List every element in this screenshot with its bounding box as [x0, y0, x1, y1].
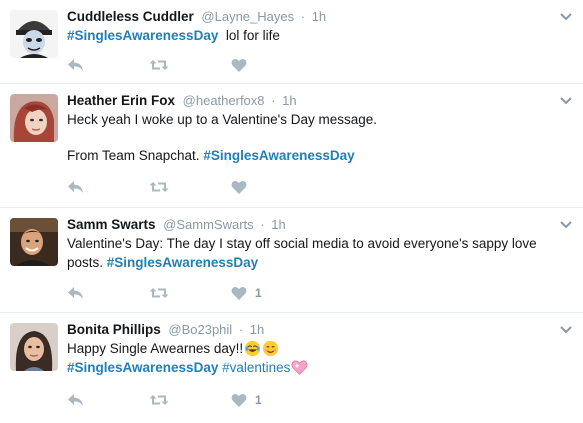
- chevron-down-icon[interactable]: [559, 12, 573, 22]
- smiling-face-emoji-icon: [262, 340, 279, 357]
- like-button[interactable]: 1: [231, 390, 262, 410]
- hashtag-link[interactable]: #SinglesAwarenessDay: [67, 360, 218, 375]
- avatar[interactable]: [10, 218, 58, 266]
- tweet[interactable]: Samm Swarts @SammSwarts · 1h Valentine's…: [0, 208, 583, 313]
- reply-button[interactable]: [67, 177, 85, 197]
- tweet-content: Cuddleless Cuddler @Layne_Hayes · 1h #Si…: [67, 8, 553, 46]
- tweet-text-run: lol for life: [218, 28, 280, 43]
- username[interactable]: @Bo23phil: [168, 322, 232, 337]
- retweet-button[interactable]: [149, 390, 169, 410]
- like-icon: [231, 393, 247, 407]
- separator-dot: ·: [260, 217, 265, 232]
- fullname[interactable]: Samm Swarts: [67, 217, 156, 232]
- timestamp[interactable]: 1h: [312, 9, 326, 24]
- username[interactable]: @Layne_Hayes: [201, 9, 294, 24]
- fullname[interactable]: Bonita Phillips: [67, 322, 161, 337]
- tweet[interactable]: Cuddleless Cuddler @Layne_Hayes · 1h #Si…: [0, 0, 583, 84]
- username[interactable]: @SammSwarts: [163, 217, 254, 232]
- tweet-paragraph: Heck yeah I woke up to a Valentine's Day…: [67, 111, 553, 130]
- tweet-paragraph: Happy Single Awearnes day!!: [67, 340, 553, 359]
- like-icon: [231, 58, 247, 72]
- like-button[interactable]: 1: [231, 283, 262, 303]
- tweet-text: #SinglesAwarenessDay lol for life: [67, 27, 553, 46]
- like-icon: [231, 180, 247, 194]
- username[interactable]: @heatherfox8: [183, 93, 265, 108]
- reply-button[interactable]: [67, 390, 85, 410]
- tweet-paragraph: #SinglesAwarenessDay lol for life: [67, 27, 553, 46]
- reply-button[interactable]: [67, 55, 85, 75]
- tweet-text: Heck yeah I woke up to a Valentine's Day…: [67, 111, 553, 165]
- fullname[interactable]: Heather Erin Fox: [67, 93, 175, 108]
- avatar[interactable]: [10, 323, 58, 371]
- reply-button[interactable]: [67, 283, 85, 303]
- tweet[interactable]: Heather Erin Fox @heatherfox8 · 1h Heck …: [0, 84, 583, 208]
- hashtag-link[interactable]: #SinglesAwarenessDay: [203, 148, 354, 163]
- chevron-down-icon[interactable]: [559, 220, 573, 230]
- sparkling-heart-emoji-icon: [291, 360, 308, 375]
- chevron-down-icon[interactable]: [559, 96, 573, 106]
- hashtag-link[interactable]: #SinglesAwarenessDay: [67, 28, 218, 43]
- tweet-paragraph: Valentine's Day: The day I stay off soci…: [67, 235, 553, 272]
- tweet-content: Bonita Phillips @Bo23phil · 1h Happy Sin…: [67, 321, 553, 377]
- like-count: 1: [255, 286, 262, 300]
- tweet-content: Heather Erin Fox @heatherfox8 · 1h Heck …: [67, 92, 553, 165]
- reply-icon: [68, 59, 83, 71]
- tweet-text-run: Heck yeah I woke up to a Valentine's Day…: [67, 112, 377, 127]
- tweet-paragraph: #SinglesAwarenessDay #valentines: [67, 359, 553, 378]
- like-icon: [231, 286, 247, 300]
- timestamp[interactable]: 1h: [271, 217, 285, 232]
- like-button[interactable]: [231, 177, 255, 197]
- tweet-text: Happy Single Awearnes day!! #SinglesAwar…: [67, 340, 553, 377]
- timestamp[interactable]: 1h: [250, 322, 264, 337]
- hashtag-link[interactable]: #SinglesAwarenessDay: [107, 255, 258, 270]
- tweet-header: Bonita Phillips @Bo23phil · 1h: [67, 321, 553, 339]
- tweet-header: Heather Erin Fox @heatherfox8 · 1h: [67, 92, 553, 110]
- chevron-down-icon[interactable]: [559, 325, 573, 335]
- hashtag-link[interactable]: #valentines: [222, 360, 290, 375]
- timestamp[interactable]: 1h: [282, 93, 296, 108]
- retweet-icon: [149, 395, 169, 405]
- reply-icon: [68, 394, 83, 406]
- avatar[interactable]: [10, 10, 58, 58]
- tweet-paragraph: From Team Snapchat. #SinglesAwarenessDay: [67, 147, 553, 166]
- retweet-button[interactable]: [149, 55, 169, 75]
- retweet-button[interactable]: [149, 177, 169, 197]
- separator-dot: ·: [238, 322, 244, 337]
- tweet-text-run: From Team Snapchat.: [67, 147, 204, 163]
- tweet-text-run: Happy Single Awearnes day!!: [67, 341, 244, 356]
- timeline: Cuddleless Cuddler @Layne_Hayes · 1h #Si…: [0, 0, 583, 423]
- tweet-header: Samm Swarts @SammSwarts · 1h: [67, 216, 553, 234]
- like-button[interactable]: [231, 55, 255, 75]
- retweet-icon: [149, 288, 169, 298]
- separator-dot: ·: [271, 93, 276, 108]
- tweet-content: Samm Swarts @SammSwarts · 1h Valentine's…: [67, 216, 553, 272]
- fullname[interactable]: Cuddleless Cuddler: [67, 9, 194, 24]
- reply-icon: [68, 181, 83, 193]
- tears-of-joy-emoji-icon: [244, 340, 261, 357]
- tweet-header: Cuddleless Cuddler @Layne_Hayes · 1h: [67, 8, 553, 26]
- avatar[interactable]: [10, 94, 58, 142]
- retweet-button[interactable]: [149, 283, 169, 303]
- reply-icon: [68, 287, 83, 299]
- retweet-icon: [149, 60, 169, 70]
- retweet-icon: [149, 182, 169, 192]
- tweet[interactable]: Bonita Phillips @Bo23phil · 1h Happy Sin…: [0, 313, 583, 423]
- like-count: 1: [255, 393, 262, 407]
- separator-dot: ·: [300, 9, 306, 24]
- tweet-text: Valentine's Day: The day I stay off soci…: [67, 235, 553, 272]
